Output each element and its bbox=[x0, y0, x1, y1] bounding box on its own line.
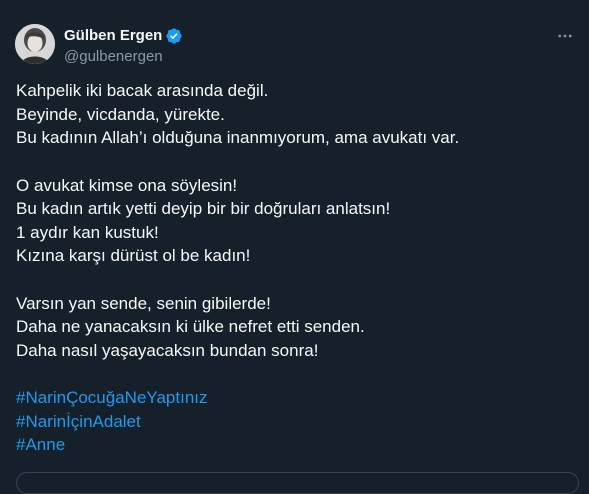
tweet-line: Daha nasıl yaşayacaksın bundan sonra! bbox=[16, 340, 319, 360]
author-name-row: Gülben Ergen bbox=[64, 26, 183, 46]
avatar[interactable] bbox=[15, 24, 55, 64]
hashtag-link[interactable]: #Narinİçin​Adalet bbox=[16, 410, 576, 434]
tweet-line: Bu kadın artık yetti deyip bir bir doğru… bbox=[16, 199, 391, 218]
author-display-name[interactable]: Gülben Ergen bbox=[64, 26, 162, 46]
tweet-line: Kızına karşı dürüst ol be kadın! bbox=[16, 246, 251, 265]
tweet-line: Kahpelik iki bacak arasında değil. bbox=[16, 81, 269, 100]
tweet-line: 1 aydır kan kustuk! bbox=[16, 222, 159, 242]
tweet-line: Varsın yan sende, senin gibilerde! bbox=[16, 293, 271, 313]
tweet-line: Bu kadının Allah’ı olduğuna inanmıyorum,… bbox=[16, 128, 460, 147]
media-preview[interactable] bbox=[16, 472, 579, 494]
tweet-text: Kahpelik iki bacak arasında değil. Beyin… bbox=[16, 79, 576, 457]
tweet-card: Gülben Ergen @gulbenergen Kahpelik iki b… bbox=[0, 0, 589, 494]
hashtag-link[interactable]: #Anne bbox=[16, 433, 576, 457]
author-handle[interactable]: @gulbenergen bbox=[64, 47, 183, 67]
hashtag-link[interactable]: #NarinÇocuğaNeYaptınız bbox=[16, 386, 576, 410]
more-options-icon[interactable] bbox=[551, 26, 579, 46]
tweet-line: O avukat kimse ona söylesin! bbox=[16, 175, 238, 195]
tweet-line: Daha ne yanacaksın ki ülke nefret etti s… bbox=[16, 317, 365, 336]
author-block: Gülben Ergen @gulbenergen bbox=[64, 26, 183, 67]
verified-badge-icon[interactable] bbox=[165, 27, 183, 45]
tweet-line: Beyinde, vicdanda, yürekte. bbox=[16, 104, 225, 124]
